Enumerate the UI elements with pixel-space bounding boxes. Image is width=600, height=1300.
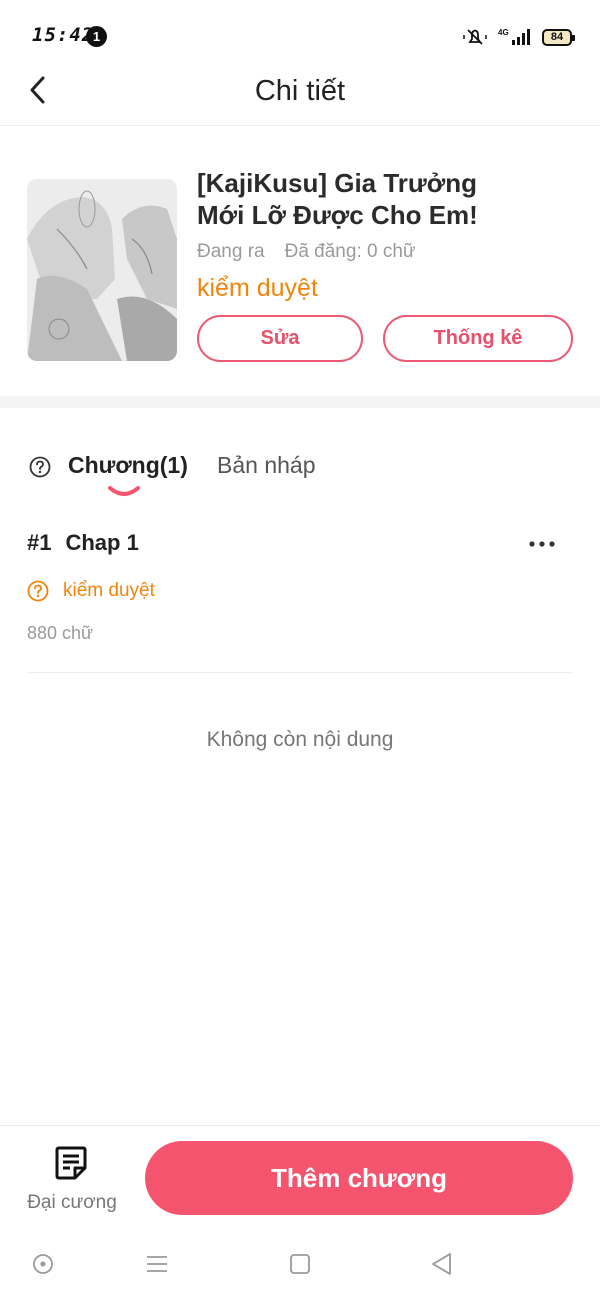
outline-label: Đại cương	[27, 1192, 117, 1213]
book-review-status: kiểm duyệt	[197, 274, 318, 302]
more-dots-icon	[529, 541, 555, 547]
nav-recent-icon[interactable]	[286, 1250, 314, 1278]
section-divider	[0, 396, 600, 408]
book-meta: Đang ra Đã đăng: 0 chữ	[197, 241, 416, 263]
tab-drafts[interactable]: Bản nháp	[217, 452, 315, 479]
empty-message: Không còn nội dung	[206, 728, 394, 751]
cover-illustration	[27, 179, 177, 361]
chapter-status-label: kiểm duyệt	[63, 580, 155, 601]
help-circle-icon[interactable]	[29, 456, 51, 478]
tabs: Chương(1) Bản nháp	[0, 408, 600, 508]
nav-home-icon[interactable]	[29, 1250, 57, 1278]
warning-question-icon	[27, 580, 49, 602]
statistics-button[interactable]: Thống kê	[383, 315, 573, 362]
page-title: Chi tiết	[254, 75, 346, 107]
bottom-action-bar: Đại cương Thêm chương	[0, 1125, 600, 1230]
book-card: [KajiKusu] Gia Trưởng Mới Lỡ Được Cho Em…	[0, 127, 600, 396]
header: Chi tiết	[0, 64, 600, 126]
book-title: [KajiKusu] Gia Trưởng Mới Lỡ Được Cho Em…	[197, 168, 478, 230]
system-nav-bar	[0, 1232, 600, 1300]
network-label: 4G	[498, 28, 509, 37]
book-cover-image[interactable]	[27, 179, 177, 361]
add-chapter-button[interactable]: Thêm chương	[145, 1141, 573, 1215]
chapter-more-button[interactable]	[525, 532, 559, 556]
book-published-words: Đã đăng: 0 chữ	[284, 241, 416, 262]
chapter-word-count: 880 chữ	[27, 623, 94, 643]
status-time: 15:42	[32, 24, 95, 46]
chapter-number: #1	[27, 530, 52, 555]
status-bar: 15:42 1 4G 84	[0, 0, 600, 64]
outline-document-icon	[55, 1146, 87, 1180]
edit-button[interactable]: Sửa	[197, 315, 363, 362]
active-tab-indicator	[108, 486, 140, 496]
nav-menu-icon[interactable]	[143, 1250, 171, 1278]
chapter-title: Chap 1	[65, 530, 139, 555]
book-status: Đang ra	[197, 241, 265, 262]
chapter-heading: #1 Chap 1	[27, 530, 139, 556]
status-icons: 4G 84	[462, 26, 575, 48]
outline-button[interactable]: Đại cương	[20, 1144, 124, 1218]
chapter-list-item[interactable]: #1 Chap 1 kiểm duyệt 880 chữ	[27, 510, 573, 673]
notification-count-badge: 1	[86, 26, 107, 47]
signal-4g-icon: 4G	[498, 28, 530, 45]
mute-bell-icon	[463, 29, 487, 45]
battery-indicator: 84	[542, 28, 575, 46]
nav-back-icon[interactable]	[428, 1250, 456, 1278]
tab-chapters[interactable]: Chương(1)	[68, 452, 188, 479]
chapter-review-status: kiểm duyệt	[27, 580, 155, 602]
